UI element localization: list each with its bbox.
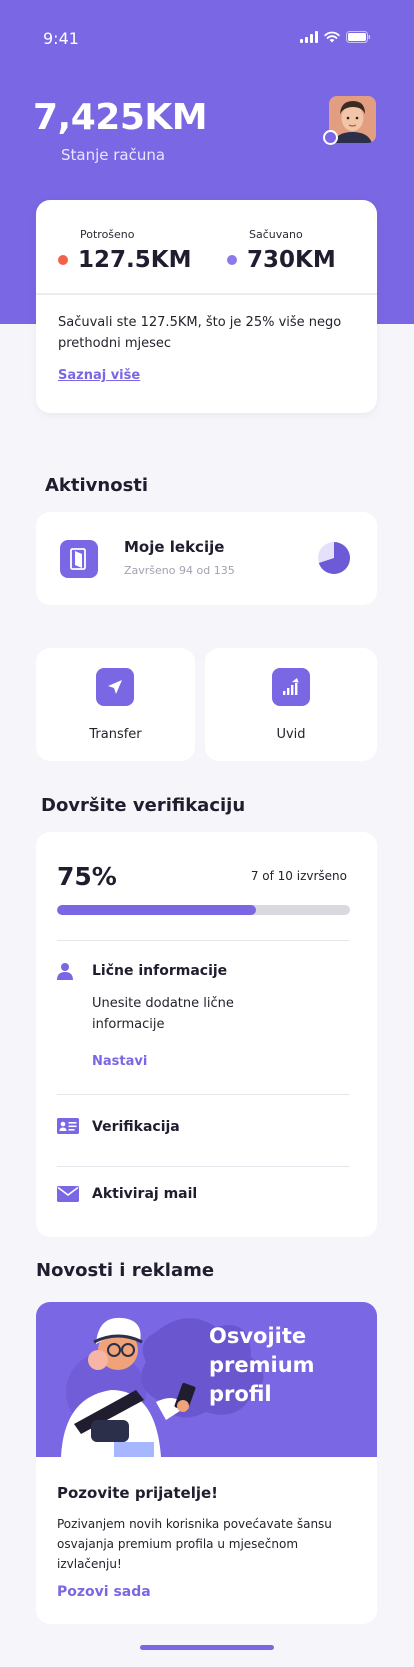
verification-count: 7 of 10 izvršeno: [250, 869, 347, 883]
status-time: 9:41: [43, 29, 79, 48]
saved-dot-icon: [227, 255, 237, 265]
savings-message: Sačuvali ste 127.5KM, što je 25% više ne…: [58, 315, 342, 351]
spent-label: Potrošeno: [80, 228, 135, 241]
account-balance: 7,425KM: [33, 97, 208, 138]
activities-title: Aktivnosti: [45, 475, 149, 496]
continue-link[interactable]: Nastavi: [92, 1054, 147, 1069]
promo-banner[interactable]: Osvojite premium profil: [36, 1302, 377, 1457]
learn-more-link[interactable]: Saznaj više: [58, 368, 140, 383]
verification-percent: 75%: [57, 862, 117, 891]
id-card-icon: [57, 1118, 79, 1138]
news-title: Novosti i reklame: [36, 1260, 215, 1281]
wifi-icon: [324, 31, 340, 43]
chart-up-icon: [272, 668, 310, 706]
verification-progress-bar: [57, 905, 350, 915]
lesson-progress-pie: [318, 542, 350, 574]
divider: [57, 1094, 350, 1095]
saved-value: 730KM: [247, 247, 336, 273]
user-icon: [57, 962, 73, 984]
book-icon: [60, 540, 98, 578]
promo-heading: Osvojite premium profil: [209, 1324, 315, 1406]
activate-mail-item[interactable]: Aktiviraj mail: [92, 1186, 197, 1202]
lesson-progress-text: Završeno 94 od 135: [124, 564, 235, 577]
spending-summary-card: Potrošeno 127.5KM Sačuvano 730KM Sačuval…: [36, 200, 377, 413]
signal-icon: [300, 31, 318, 43]
status-icons: [300, 31, 371, 43]
invite-title: Pozovite prijatelje!: [57, 1484, 219, 1502]
spent-value: 127.5KM: [78, 247, 192, 273]
balance-label: Stanje računa: [61, 146, 166, 164]
send-icon: [96, 668, 134, 706]
insight-label: Uvid: [276, 727, 306, 742]
lessons-card[interactable]: Moje lekcije Završeno 94 od 135: [36, 512, 377, 605]
verification-item[interactable]: Verifikacija: [92, 1119, 180, 1135]
invite-text: Pozivanjem novih korisnika povećavate ša…: [57, 1517, 332, 1571]
personal-info-title: Lične informacije: [92, 963, 228, 979]
promo-card: Osvojite premium profil Pozovite prijate…: [36, 1302, 377, 1624]
saved-stat: Sačuvano 730KM: [227, 228, 336, 273]
divider: [57, 940, 350, 941]
insight-button[interactable]: Uvid: [205, 648, 377, 761]
verification-title: Dovršite verifikaciju: [41, 795, 246, 816]
invite-now-link[interactable]: Pozovi sada: [57, 1584, 151, 1600]
divider: [36, 293, 377, 295]
status-bar: 9:41: [0, 0, 414, 76]
verification-progress-fill: [57, 905, 257, 915]
mail-icon: [57, 1186, 79, 1206]
saved-label: Sačuvano: [249, 228, 303, 241]
verification-card: 75% 7 of 10 izvršeno Lične informacije U…: [36, 832, 377, 1237]
transfer-button[interactable]: Transfer: [36, 648, 195, 761]
personal-info-description: Unesite dodatne lične informacije: [92, 996, 234, 1032]
lesson-title: Moje lekcije: [124, 538, 225, 556]
home-indicator[interactable]: [140, 1645, 274, 1650]
spent-stat: Potrošeno 127.5KM: [58, 228, 191, 273]
battery-icon: [346, 31, 371, 43]
transfer-label: Transfer: [89, 727, 142, 742]
divider: [57, 1166, 350, 1167]
spent-dot-icon: [58, 255, 68, 265]
avatar-status-indicator: [323, 130, 338, 145]
